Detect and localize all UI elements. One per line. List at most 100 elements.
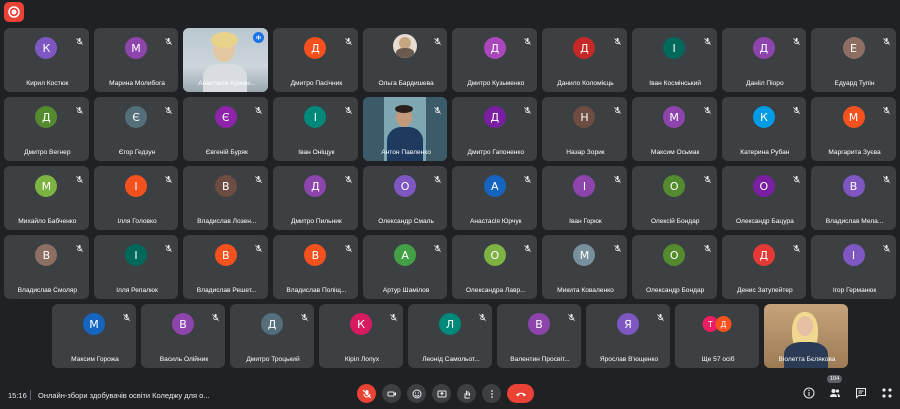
- people-button[interactable]: 104: [827, 375, 843, 400]
- clock: 15:16: [8, 390, 27, 400]
- participant-tile[interactable]: Д Дмитро Пасічник: [273, 28, 358, 92]
- more-participants-tile[interactable]: Т Д Ще 57 осіб: [675, 304, 759, 368]
- participant-name: Максим Горожа: [71, 356, 119, 363]
- participant-tile[interactable]: Д Дмитро Пильник: [273, 166, 358, 230]
- participant-tile[interactable]: Д Дмитро Вегнер: [4, 97, 89, 161]
- avatar: В: [304, 244, 327, 266]
- participant-tile[interactable]: І Іван Горюк: [542, 166, 627, 230]
- participant-tile[interactable]: В Владислав Смоляр: [4, 235, 89, 299]
- participant-tile[interactable]: І Ілля Головко: [93, 166, 179, 230]
- mic-off-icon: [434, 244, 442, 252]
- participant-tile[interactable]: О Олексій Бондар: [631, 166, 717, 230]
- participant-tile[interactable]: Д Дмитро Кузьменко: [452, 28, 538, 92]
- participant-tile[interactable]: І Ілля Репалюк: [93, 235, 179, 299]
- muted-icon: [254, 171, 263, 183]
- participant-tile[interactable]: Д Дмитро Гапоненко: [452, 97, 538, 161]
- avatar: В: [214, 175, 237, 197]
- participant-tile[interactable]: В Владислав Поліщ...: [273, 235, 358, 299]
- muted-icon: [254, 240, 263, 252]
- participant-tile[interactable]: К Катерина Рубан: [721, 97, 807, 161]
- participant-tile[interactable]: К Кіріл Лопух: [319, 304, 403, 368]
- participant-tile[interactable]: О Олександра Лавр...: [452, 235, 538, 299]
- participant-tile[interactable]: Н Назар Зорик: [542, 97, 627, 161]
- avatar: О: [663, 244, 686, 266]
- chat-icon: [856, 388, 866, 399]
- participant-name: Дмитро Пасічник: [290, 80, 343, 87]
- camera-off-button[interactable]: [382, 384, 401, 403]
- mic-off-button[interactable]: [357, 384, 376, 403]
- participant-name: Михайло Бабченко: [18, 218, 77, 225]
- participant-tile[interactable]: Д Денис Затупейтер: [721, 235, 807, 299]
- mic-off-icon: [613, 37, 621, 45]
- participant-tile[interactable]: Є Єгор Гедзун: [93, 97, 179, 161]
- leave-call-button[interactable]: [507, 384, 534, 403]
- participant-name: Ярослав Вʼющенко: [599, 356, 659, 363]
- participant-tile[interactable]: М Михайло Бабченко: [4, 166, 89, 230]
- participant-tile[interactable]: О Олександр Смаль: [362, 166, 448, 230]
- participant-name: Євгеній Буряк: [205, 149, 248, 156]
- meeting-title[interactable]: Онлайн-збори здобувачів освіти Коледжу д…: [38, 391, 238, 400]
- participant-tile[interactable]: Е Едуард Тупін: [811, 28, 896, 92]
- participant-tile[interactable]: В Василь Олійник: [141, 304, 225, 368]
- participant-name: Валентин Просвіт...: [510, 356, 570, 363]
- avatar: М: [573, 244, 596, 266]
- participant-row: В Владислав Смоляр І Ілля Репалюк В Владислав…: [4, 235, 896, 299]
- avatar: М: [35, 175, 58, 197]
- mic-off-icon: [793, 244, 801, 252]
- participant-tile[interactable]: М Максим Осьмак: [631, 97, 717, 161]
- participant-tile[interactable]: В Владислав Решет...: [183, 235, 269, 299]
- participant-tile[interactable]: М Микита Коваленко: [542, 235, 627, 299]
- participant-name: Кіріл Лопух: [344, 356, 380, 363]
- divider: [30, 390, 31, 400]
- participant-tile[interactable]: Л Леонід Самольот...: [408, 304, 492, 368]
- participant-tile[interactable]: В Валентин Просвіт...: [497, 304, 581, 368]
- emoji-button[interactable]: [407, 384, 426, 403]
- emoji-icon: [412, 389, 421, 398]
- participant-tile[interactable]: Ольга Бардишева: [362, 28, 448, 92]
- participant-tile[interactable]: Антон Павленко: [362, 97, 448, 161]
- participant-tile[interactable]: А Анастасія Юрчук: [452, 166, 538, 230]
- participant-tile[interactable]: Д Дмитро Троцький: [230, 304, 314, 368]
- chat-button[interactable]: [854, 386, 868, 400]
- mic-off-icon: [703, 244, 711, 252]
- participant-tile[interactable]: Д Данііл Піоро: [721, 28, 807, 92]
- participant-name: Микита Коваленко: [557, 287, 614, 294]
- participant-tile[interactable]: Я Ярослав Вʼющенко: [586, 304, 670, 368]
- participant-tile[interactable]: В Владислав Мела...: [811, 166, 896, 230]
- avatar: О: [663, 175, 686, 197]
- participant-name: Данііл Піоро: [746, 80, 784, 87]
- participant-tile[interactable]: О Олександр Бондар: [631, 235, 717, 299]
- participant-tile[interactable]: Віолетта Бєлякова: [764, 304, 848, 368]
- participant-tile[interactable]: І Іван Оніщук: [273, 97, 358, 161]
- participant-tile[interactable]: І Іван Космінський: [631, 28, 717, 92]
- mic-off-icon: [344, 244, 352, 252]
- mic-off-icon: [344, 175, 352, 183]
- participant-tile[interactable]: Є Євгеній Буряк: [183, 97, 269, 161]
- participant-tile[interactable]: І Ігор Германюк: [811, 235, 896, 299]
- activities-button[interactable]: [880, 386, 894, 400]
- present-icon: [437, 390, 446, 397]
- avatar: Д: [304, 37, 327, 59]
- participants-count-badge: 104: [827, 375, 843, 383]
- mic-off-icon: [524, 175, 532, 183]
- participant-name: Дмитро Троцький: [246, 356, 300, 363]
- avatar: В: [842, 175, 865, 197]
- participant-tile[interactable]: В Владислав Лозен...: [183, 166, 269, 230]
- participant-tile[interactable]: Д Данило Коломієць: [542, 28, 627, 92]
- side-panel-buttons: 104: [802, 375, 894, 400]
- participant-tile[interactable]: Анастасія Аржан...: [183, 28, 269, 92]
- participant-name: Анастасія Аржан...: [198, 80, 256, 87]
- raise-hand-button[interactable]: [457, 384, 476, 403]
- participant-tile[interactable]: А Артур Шамілов: [362, 235, 448, 299]
- mic-off-icon: [165, 106, 173, 114]
- participant-tile[interactable]: М Максим Горожа: [52, 304, 136, 368]
- participant-tile[interactable]: К Кирил Костюк: [4, 28, 89, 92]
- participant-tile[interactable]: М Марина Молибога: [93, 28, 179, 92]
- participant-row: Д Дмитро Вегнер Є Єгор Гедзун Є Євгеній Буряк…: [4, 97, 896, 161]
- participant-tile[interactable]: М Маргарита Зуєва: [811, 97, 896, 161]
- meeting-info-button[interactable]: [802, 386, 816, 400]
- mic-off-icon: [613, 106, 621, 114]
- present-button[interactable]: [432, 384, 451, 403]
- more-options-button[interactable]: [482, 384, 501, 403]
- participant-tile[interactable]: О Олександр Бацура: [721, 166, 807, 230]
